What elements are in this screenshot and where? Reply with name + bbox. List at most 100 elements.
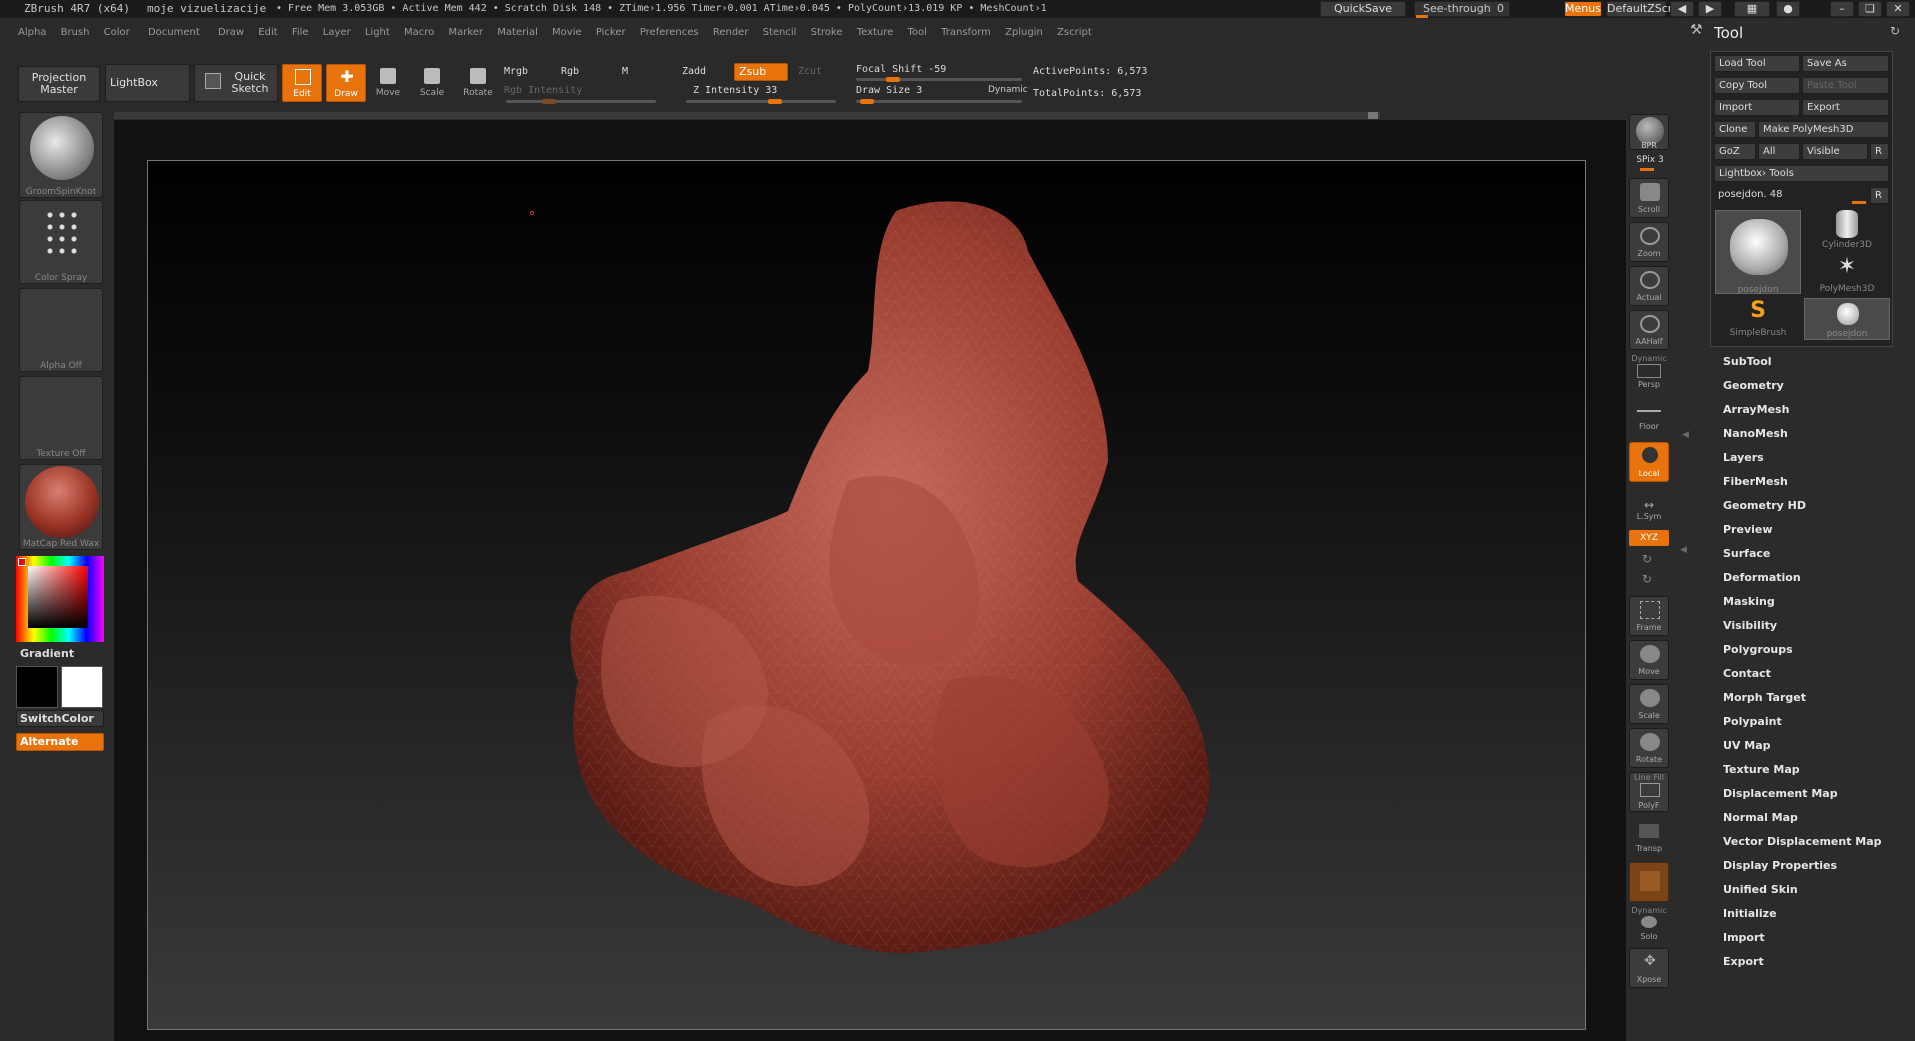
- mrgb-button[interactable]: Mrgb: [504, 66, 528, 77]
- menu-deformation[interactable]: Deformation: [1723, 571, 1801, 584]
- menu-picker[interactable]: Picker: [596, 27, 626, 38]
- rgb-button[interactable]: Rgb: [561, 66, 579, 77]
- menu-subtool[interactable]: SubTool: [1723, 355, 1772, 368]
- menu-stroke[interactable]: Stroke: [811, 27, 843, 38]
- zoom-button[interactable]: Zoom: [1629, 222, 1669, 262]
- m-button[interactable]: M: [622, 66, 628, 77]
- default-zscript-button[interactable]: DefaultZScript: [1606, 1, 1687, 17]
- layout-next-icon[interactable]: ▶: [1698, 1, 1722, 17]
- save-as-button[interactable]: Save As: [1802, 55, 1889, 72]
- menu-surface[interactable]: Surface: [1723, 547, 1770, 560]
- refresh-icon[interactable]: ↻: [1890, 24, 1900, 38]
- menu-light[interactable]: Light: [365, 27, 390, 38]
- scale-view-button[interactable]: Scale: [1629, 684, 1669, 724]
- spix-slider[interactable]: SPix 3: [1630, 155, 1670, 165]
- menu-zscript[interactable]: Zscript: [1057, 27, 1092, 38]
- r-reset-button[interactable]: R: [1870, 187, 1889, 204]
- scroll-button[interactable]: Scroll: [1629, 178, 1669, 218]
- menu-preferences[interactable]: Preferences: [640, 27, 699, 38]
- tool-thumb-polymesh[interactable]: ✶ PolyMesh3D: [1804, 254, 1890, 294]
- shelf-scroll-thumb[interactable]: [1368, 112, 1378, 119]
- menu-geometry[interactable]: Geometry: [1723, 379, 1784, 392]
- lock-icon[interactable]: ●: [1776, 1, 1800, 17]
- menu-movie[interactable]: Movie: [552, 27, 582, 38]
- menu-displacement-map[interactable]: Displacement Map: [1723, 787, 1838, 800]
- texture-selector[interactable]: Texture Off: [19, 376, 103, 460]
- scale-button[interactable]: Scale: [414, 66, 450, 102]
- lightbox-tools-button[interactable]: Lightbox› Tools: [1714, 165, 1889, 182]
- menu-contact[interactable]: Contact: [1723, 667, 1771, 680]
- menu-fibermesh[interactable]: FiberMesh: [1723, 475, 1788, 488]
- menu-file[interactable]: File: [292, 27, 309, 38]
- menu-normal-map[interactable]: Normal Map: [1723, 811, 1798, 824]
- menu-geometry-hd[interactable]: Geometry HD: [1723, 499, 1806, 512]
- panel-collapse-left-icon-2[interactable]: ◀: [1680, 545, 1687, 555]
- menu-uv-map[interactable]: UV Map: [1723, 739, 1771, 752]
- layout-prev-icon[interactable]: ◀: [1670, 1, 1694, 17]
- tool-thumb-simplebrush[interactable]: S SimpleBrush: [1715, 298, 1801, 340]
- all-button[interactable]: All: [1758, 143, 1800, 160]
- rotate-y-icon[interactable]: ↻: [1642, 552, 1652, 566]
- menu-brush[interactable]: Brush: [61, 27, 90, 38]
- menu-tool[interactable]: Tool: [908, 27, 927, 38]
- ghost-button[interactable]: [1629, 862, 1669, 902]
- layout-icon[interactable]: ▦: [1734, 1, 1770, 17]
- current-tool-slider[interactable]: posejdon. 48: [1714, 187, 1868, 204]
- menu-document[interactable]: Document: [148, 27, 200, 38]
- goz-button[interactable]: GoZ: [1714, 143, 1756, 160]
- move-view-button[interactable]: Move: [1629, 640, 1669, 680]
- focal-shift-track[interactable]: [856, 77, 1022, 82]
- color-picker[interactable]: [16, 556, 104, 642]
- menu-render[interactable]: Render: [713, 27, 749, 38]
- z-intensity-slider[interactable]: Z Intensity 33: [693, 85, 777, 96]
- menu-macro[interactable]: Macro: [404, 27, 434, 38]
- load-tool-button[interactable]: Load Tool: [1714, 55, 1800, 72]
- menu-material[interactable]: Material: [497, 27, 538, 38]
- paste-tool-button[interactable]: Paste Tool: [1802, 77, 1889, 94]
- floor-button[interactable]: Floor: [1629, 396, 1669, 432]
- gradient-label[interactable]: Gradient: [20, 647, 74, 660]
- menu-export[interactable]: Export: [1723, 955, 1764, 968]
- menu-display-properties[interactable]: Display Properties: [1723, 859, 1837, 872]
- tool-panel-title[interactable]: Tool: [1714, 24, 1743, 42]
- z-intensity-track[interactable]: [686, 99, 836, 104]
- switch-color-button[interactable]: SwitchColor: [16, 710, 104, 727]
- export-button[interactable]: Export: [1802, 99, 1889, 116]
- secondary-color-swatch[interactable]: [61, 666, 103, 708]
- spix-track[interactable]: [1640, 168, 1654, 171]
- quick-sketch-button[interactable]: Quick Sketch: [194, 64, 278, 102]
- import-button[interactable]: Import: [1714, 99, 1800, 116]
- color-square[interactable]: [28, 566, 88, 628]
- polyf-button[interactable]: Line Fill PolyF: [1629, 772, 1669, 812]
- local-button[interactable]: Local: [1629, 442, 1669, 482]
- menu-alpha[interactable]: Alpha: [18, 27, 46, 38]
- menu-masking[interactable]: Masking: [1723, 595, 1775, 608]
- draw-size-slider[interactable]: Draw Size 3: [856, 85, 922, 96]
- menu-unified-skin[interactable]: Unified Skin: [1723, 883, 1798, 896]
- bpr-button[interactable]: BPR: [1629, 114, 1669, 150]
- menu-polygroups[interactable]: Polygroups: [1723, 643, 1793, 656]
- menu-draw[interactable]: Draw: [218, 27, 244, 38]
- move-button[interactable]: Move: [370, 66, 406, 102]
- rgb-intensity-slider[interactable]: Rgb Intensity: [504, 85, 582, 96]
- focal-shift-slider[interactable]: Focal Shift -59: [856, 64, 946, 75]
- rotate-button[interactable]: Rotate: [459, 66, 497, 102]
- tool-thumb-posejdon[interactable]: posejdon: [1715, 210, 1801, 295]
- menu-texture-map[interactable]: Texture Map: [1723, 763, 1800, 776]
- stroke-selector[interactable]: Color Spray: [19, 200, 103, 284]
- lsym-button[interactable]: ↔ L.Sym: [1629, 494, 1669, 524]
- r-button[interactable]: R: [1870, 143, 1889, 160]
- lightbox-button[interactable]: LightBox: [105, 64, 190, 102]
- make-polymesh-button[interactable]: Make PolyMesh3D: [1758, 121, 1889, 138]
- clone-button[interactable]: Clone: [1714, 121, 1756, 138]
- brush-selector[interactable]: GroomSpinKnot: [19, 112, 103, 198]
- menu-layers[interactable]: Layers: [1723, 451, 1764, 464]
- menu-preview[interactable]: Preview: [1723, 523, 1773, 536]
- aahalf-button[interactable]: AAHalf: [1629, 310, 1669, 350]
- alpha-selector[interactable]: Alpha Off: [19, 288, 103, 372]
- solo-button[interactable]: Dynamic Solo: [1629, 906, 1669, 942]
- menu-edit[interactable]: Edit: [258, 27, 277, 38]
- dynamic-toggle[interactable]: Dynamic: [988, 85, 1028, 95]
- zcut-button[interactable]: Zcut: [798, 66, 822, 77]
- alternate-button[interactable]: Alternate: [16, 733, 104, 751]
